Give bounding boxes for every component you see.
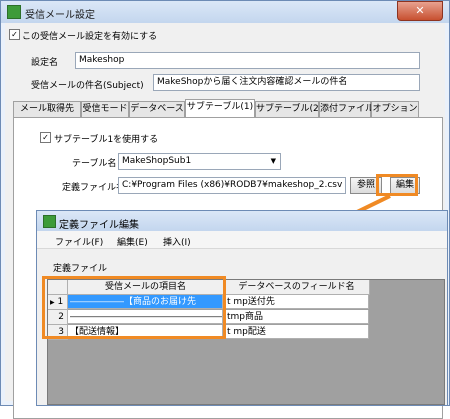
mail-item-column-highlight <box>42 276 226 339</box>
db-field-cell[interactable]: t mp送付先 <box>224 295 369 309</box>
dialog-title-bar: 定義ファイル編集 <box>37 211 447 231</box>
menu-file[interactable]: ファイル(F) <box>55 235 103 248</box>
column-header-db-field[interactable]: データベースのフィールド名 <box>224 280 370 295</box>
db-field-cell[interactable]: t mp配送 <box>224 325 369 339</box>
dialog-app-icon <box>43 215 56 228</box>
definition-file-section-label: 定義ファイル <box>53 264 108 274</box>
menu-insert[interactable]: 挿入(I) <box>163 235 191 248</box>
db-field-cell[interactable]: tmp商品 <box>224 310 369 324</box>
menu-bar: ファイル(F) 編集(E) 挿入(I) <box>37 231 447 249</box>
dialog-title: 定義ファイル編集 <box>59 220 139 231</box>
menu-edit[interactable]: 編集(E) <box>117 235 148 248</box>
